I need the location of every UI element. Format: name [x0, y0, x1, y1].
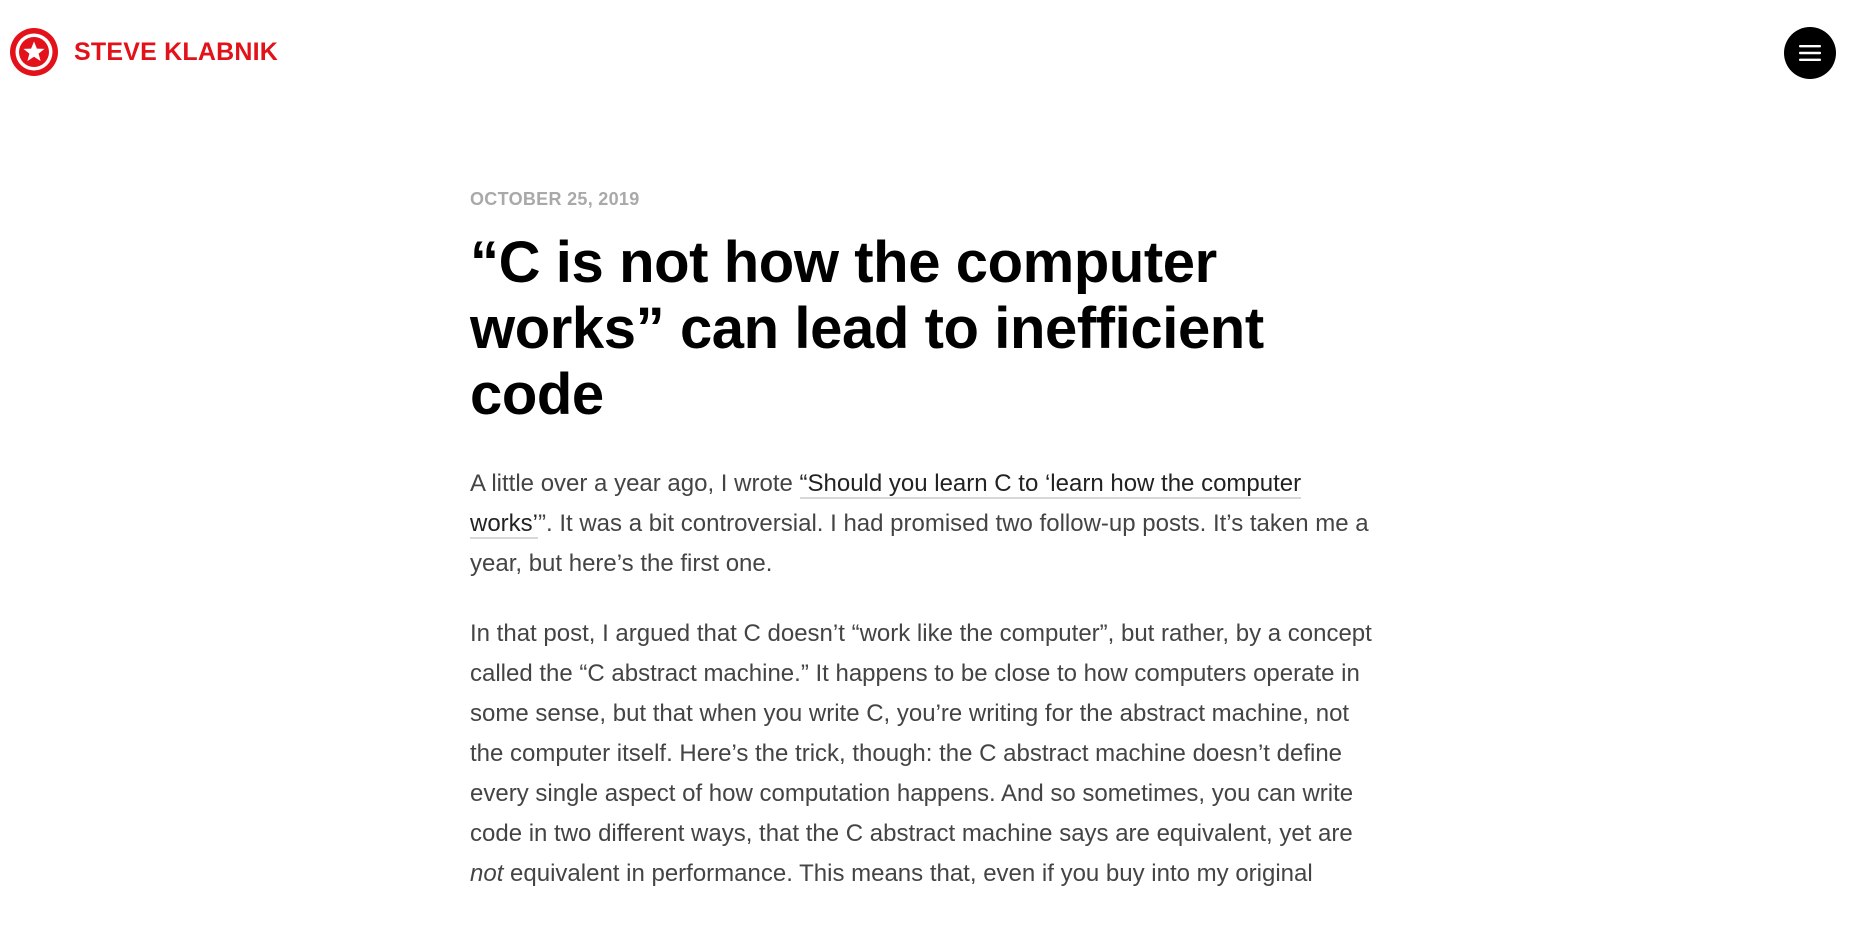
menu-button[interactable] [1784, 27, 1836, 79]
post-title: “C is not how the computer works” can le… [470, 230, 1264, 427]
paragraph-1-text-start: A little over a year ago, I wrote [470, 470, 800, 497]
site-header: STEVE KLABNIK [0, 0, 1858, 104]
red-circle-star-icon [10, 28, 58, 76]
emphasis-not: not [470, 860, 504, 887]
paragraph-1: A little over a year ago, I wrote “Shoul… [470, 464, 1380, 584]
paragraph-2: In that post, I argued that C doesn’t “w… [470, 614, 1380, 894]
paragraph-2-text-start: In that post, I argued that C doesn’t “w… [470, 620, 1372, 847]
post-date: OCTOBER 25, 2019 [470, 189, 640, 209]
hamburger-menu-icon [1799, 45, 1821, 61]
paragraph-1-text-end: ”. It was a bit controversial. I had pro… [470, 510, 1369, 577]
paragraph-2-text-end: equivalent in performance. This means th… [503, 860, 1313, 887]
site-brand-link[interactable]: STEVE KLABNIK [8, 26, 278, 78]
post-body: A little over a year ago, I wrote “Shoul… [470, 464, 1380, 894]
post-article: OCTOBER 25, 2019 “C is not how the compu… [470, 186, 1380, 924]
site-name: STEVE KLABNIK [74, 37, 279, 66]
